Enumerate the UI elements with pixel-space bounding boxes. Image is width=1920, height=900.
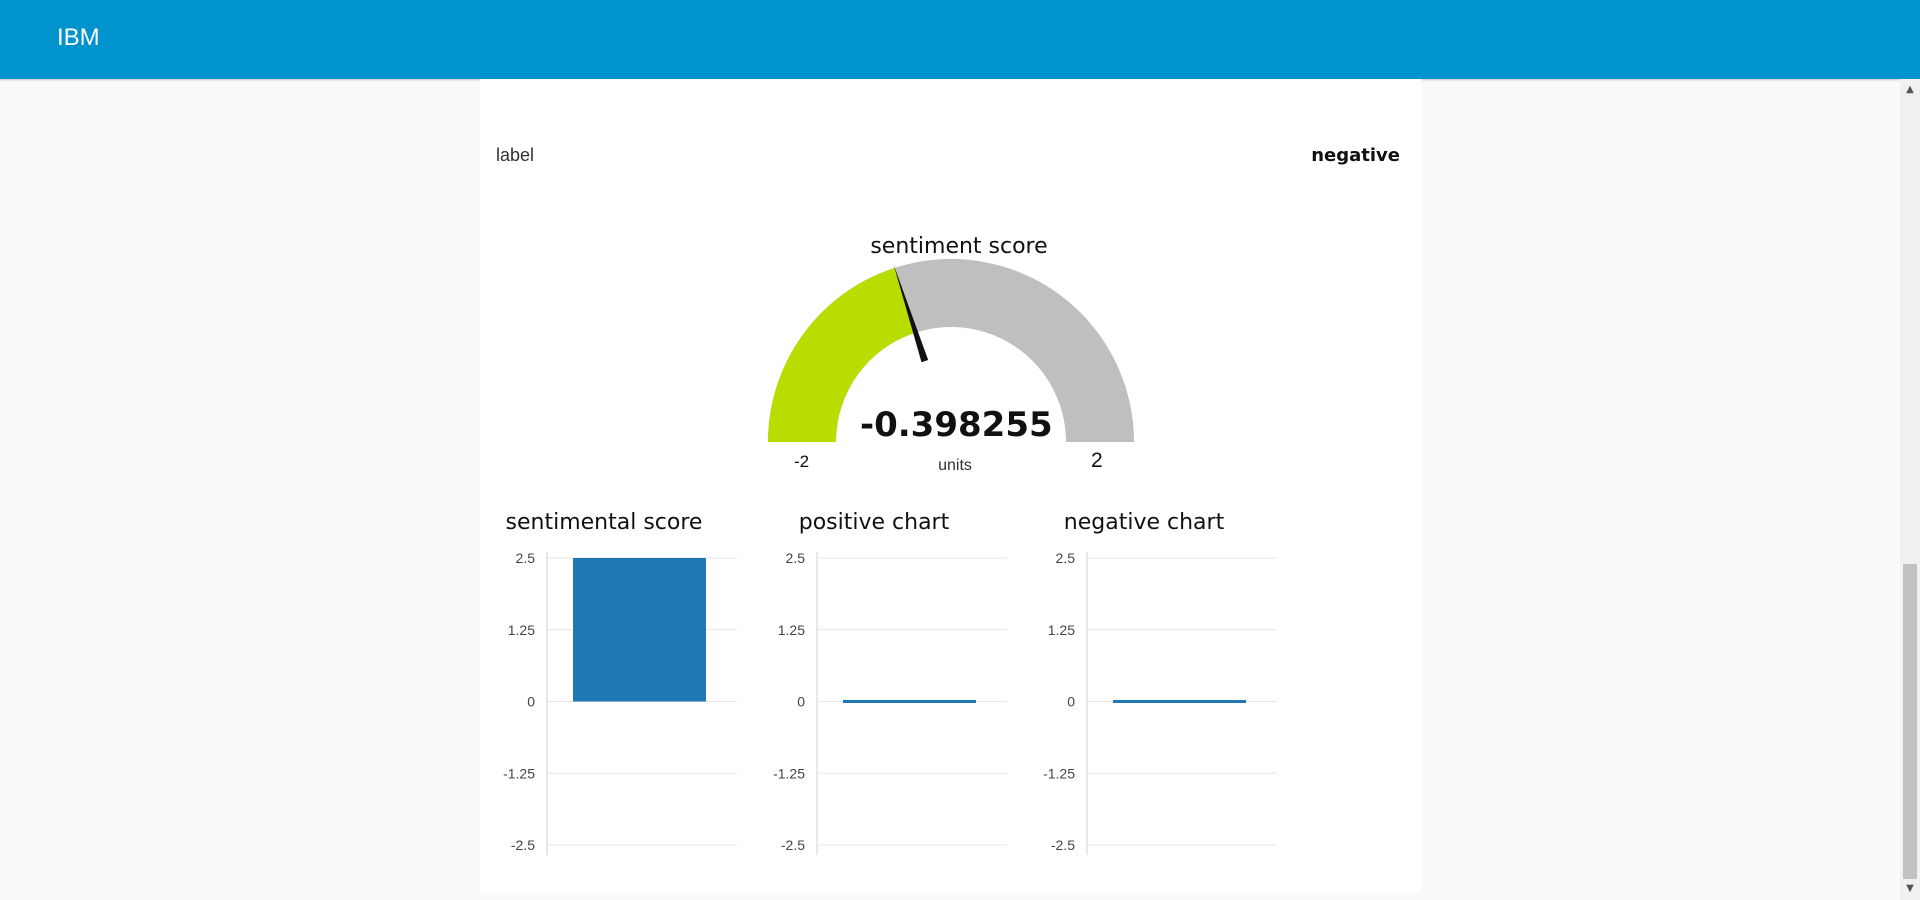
chart-bar xyxy=(843,700,976,703)
toolbar: IBM xyxy=(0,0,1920,79)
charts: 2.5 1.25 0 -1.25 -2.5 2.5 1.25 0 -1.25 -2.5 2.5 1.2… xyxy=(503,550,1277,855)
chart-tick-label: -2.5 xyxy=(781,837,805,853)
app-title: IBM xyxy=(57,24,100,51)
chart-tick-label: 1.25 xyxy=(508,622,535,638)
chart-tick-label: 1.25 xyxy=(778,622,805,638)
scroll-down-icon[interactable]: ▼ xyxy=(1900,882,1920,896)
scroll-up-icon[interactable]: ▲ xyxy=(1900,83,1920,97)
chart-tick-label: 1.25 xyxy=(1048,622,1075,638)
chart-bar xyxy=(573,558,706,702)
chart-tick-label: 0 xyxy=(1067,694,1075,710)
chart-bar xyxy=(1113,700,1246,703)
chart-tick-label: 0 xyxy=(527,694,535,710)
chart-tick-label: -2.5 xyxy=(1051,837,1075,853)
scrollbar[interactable]: ▲ ▼ xyxy=(1900,79,1920,900)
chart-tick-label: -2.5 xyxy=(511,837,535,853)
dashboard-card: label negative sentiment score -0.398255… xyxy=(480,79,1421,892)
scroll-thumb[interactable] xyxy=(1903,564,1917,879)
chart-tick-label: -1.25 xyxy=(773,765,805,781)
chart-tick-label: -1.25 xyxy=(503,765,535,781)
chart-tick-label: 2.5 xyxy=(516,550,536,566)
chart-tick-label: 2.5 xyxy=(786,550,806,566)
chart-tick-label: 2.5 xyxy=(1056,550,1076,566)
chart-tick-label: 0 xyxy=(797,694,805,710)
chart-tick-label: -1.25 xyxy=(1043,765,1075,781)
